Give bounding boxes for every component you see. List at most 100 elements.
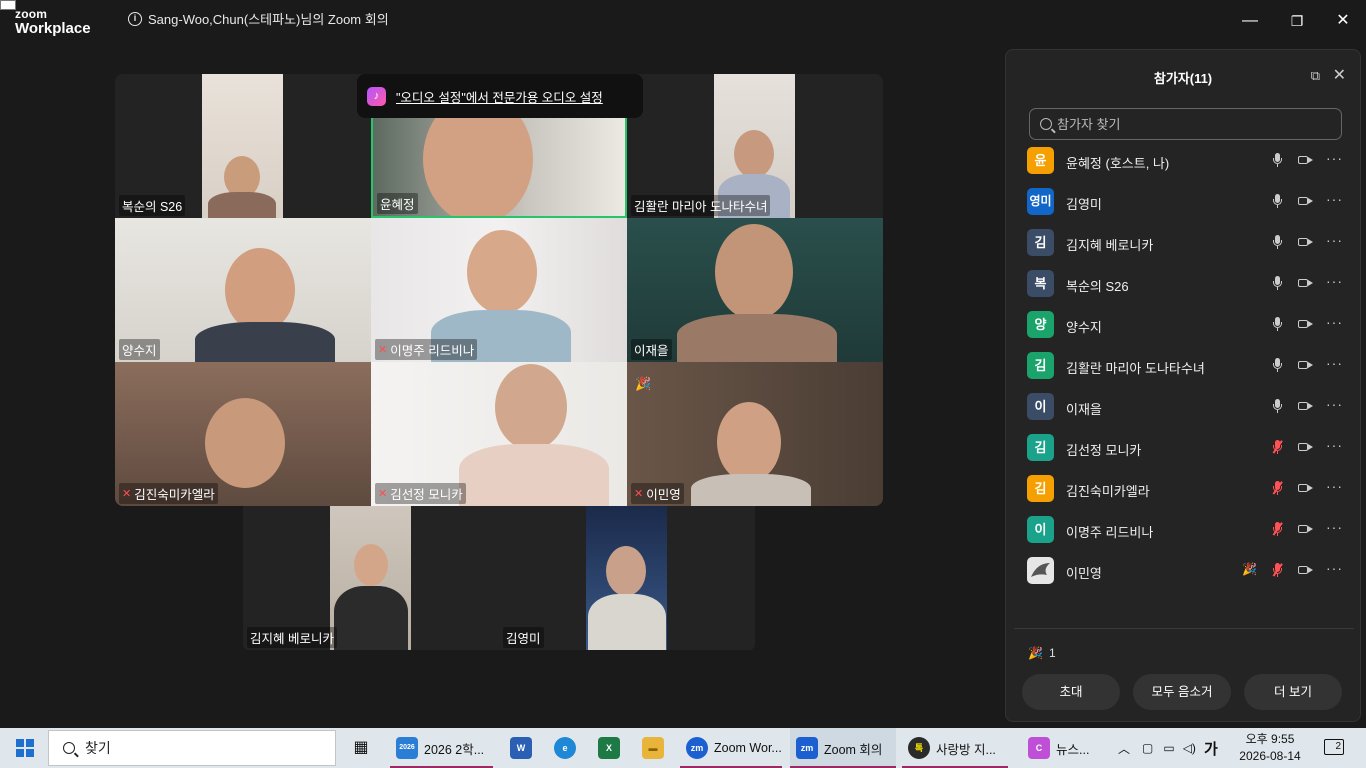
chevron-up-icon[interactable]: ︿ xyxy=(1118,740,1130,757)
more-options-icon[interactable]: ··· xyxy=(1326,191,1343,207)
video-camera-icon[interactable] xyxy=(1298,361,1308,369)
ime-indicator[interactable]: 가 xyxy=(1204,738,1218,759)
person xyxy=(734,130,774,178)
speaker-icon[interactable]: ◁) xyxy=(1183,741,1196,755)
microphone-muted-icon[interactable] xyxy=(1272,481,1282,495)
video-camera-icon[interactable] xyxy=(1298,525,1308,533)
taskbar-app-word[interactable]: W xyxy=(504,728,532,768)
taskbar-app-document[interactable]: 2026 2026 2학... xyxy=(390,728,493,768)
avatar: 김 xyxy=(1027,229,1054,256)
audio-settings-toast[interactable]: ♪ "오디오 설정"에서 전문가용 오디오 설정 xyxy=(357,74,643,118)
video-camera-icon[interactable] xyxy=(1298,320,1308,328)
toast-link[interactable]: "오디오 설정"에서 전문가용 오디오 설정 xyxy=(396,87,603,106)
video-camera-icon[interactable] xyxy=(1298,443,1308,451)
microphone-icon[interactable] xyxy=(1272,235,1282,249)
video-tile[interactable]: 양수지 xyxy=(115,218,371,362)
taskbar-app-news[interactable]: C 뉴스... xyxy=(1022,728,1110,768)
taskbar-app-excel[interactable]: X xyxy=(592,728,620,768)
participant-search-input[interactable] xyxy=(1057,116,1327,132)
battery-icon[interactable]: ▭ xyxy=(1163,741,1174,755)
more-options-icon[interactable]: ··· xyxy=(1326,478,1343,494)
taskbar-app-explorer[interactable]: ▬ xyxy=(636,728,664,768)
participant-row[interactable]: 양 양수지 ··· xyxy=(1006,306,1360,347)
participant-row[interactable]: 이민영 🎉 ··· xyxy=(1006,552,1360,593)
video-tile[interactable]: 김영미 xyxy=(499,506,755,650)
microphone-icon[interactable] xyxy=(1272,358,1282,372)
taskbar-app-zoom-workplace[interactable]: zm Zoom Wor... xyxy=(680,728,782,768)
video-tile[interactable]: 김활란 마리아 도나타수녀 xyxy=(627,74,883,218)
restore-button[interactable]: ❐ xyxy=(1286,10,1308,32)
panel-title: 참가자(11) xyxy=(1153,71,1213,86)
video-camera-icon[interactable] xyxy=(1298,484,1308,492)
video-tile[interactable]: 김지혜 베로니카 xyxy=(243,506,499,650)
video-camera-icon[interactable] xyxy=(1298,238,1308,246)
zoom-icon: zm xyxy=(686,737,708,759)
microphone-icon[interactable] xyxy=(1272,317,1282,331)
party-reaction-icon: 🎉 xyxy=(1028,646,1043,660)
minimize-button[interactable]: — xyxy=(1239,10,1261,32)
taskbar-app-edge[interactable]: e xyxy=(548,728,576,768)
participant-name: 김진숙미카엘라 xyxy=(1066,484,1150,499)
taskbar-app-zoom-meeting[interactable]: zm Zoom 회의 xyxy=(790,728,896,768)
participant-row[interactable]: 김 김지혜 베로니카 ··· xyxy=(1006,224,1360,265)
search-icon xyxy=(63,742,75,754)
microphone-muted-icon[interactable] xyxy=(1272,522,1282,536)
video-tile[interactable]: ✕ 이명주 리드비나 xyxy=(371,218,627,362)
mute-all-button[interactable]: 모두 음소거 xyxy=(1133,674,1231,710)
participant-search[interactable] xyxy=(1029,108,1342,140)
news-icon: C xyxy=(1028,737,1050,759)
popout-icon[interactable]: ⧉ xyxy=(1311,68,1320,84)
more-options-icon[interactable]: ··· xyxy=(1326,232,1343,248)
video-tile[interactable]: 🎉 ✕ 이민영 xyxy=(627,362,883,506)
participant-row[interactable]: 영미 김영미 ··· xyxy=(1006,183,1360,224)
task-view-button[interactable]: ▦ xyxy=(344,728,372,768)
invite-button[interactable]: 초대 xyxy=(1022,674,1120,710)
microphone-icon[interactable] xyxy=(1272,194,1282,208)
participant-row[interactable]: 이 이재을 ··· xyxy=(1006,388,1360,429)
notification-icon[interactable]: 2 xyxy=(1324,739,1344,755)
participant-row[interactable]: 윤 윤혜정 (호스트, 나) ··· xyxy=(1006,142,1360,183)
more-options-icon[interactable]: ··· xyxy=(1326,355,1343,371)
microphone-icon[interactable] xyxy=(1272,399,1282,413)
task-view-icon: ▦ xyxy=(353,739,369,756)
taskbar-search[interactable]: 찾기 xyxy=(48,730,336,766)
video-tile[interactable]: 이재을 xyxy=(627,218,883,362)
video-camera-icon[interactable] xyxy=(1298,566,1308,574)
participant-row[interactable]: 이 이명주 리드비나 ··· xyxy=(1006,511,1360,552)
more-options-icon[interactable]: ··· xyxy=(1326,396,1343,412)
video-camera-icon[interactable] xyxy=(1298,197,1308,205)
participant-row[interactable]: 복 복순의 S26 ··· xyxy=(1006,265,1360,306)
microphone-icon[interactable] xyxy=(1272,276,1282,290)
microphone-muted-icon[interactable] xyxy=(1272,440,1282,454)
windows-start-icon[interactable] xyxy=(16,739,34,757)
participant-name: 김선정 모니카 xyxy=(1066,443,1142,458)
microphone-muted-icon[interactable] xyxy=(1272,563,1282,577)
more-button[interactable]: 더 보기 xyxy=(1244,674,1342,710)
video-tile[interactable]: ✕ 김진숙미카엘라 xyxy=(115,362,371,506)
video-tile[interactable]: ✕ 김선정 모니카 xyxy=(371,362,627,506)
more-options-icon[interactable]: ··· xyxy=(1326,314,1343,330)
device-icon[interactable]: ▢ xyxy=(1142,741,1153,755)
more-options-icon[interactable]: ··· xyxy=(1326,560,1343,576)
participant-row[interactable]: 김 김활란 마리아 도나타수녀 ··· xyxy=(1006,347,1360,388)
more-options-icon[interactable]: ··· xyxy=(1326,273,1343,289)
video-camera-icon[interactable] xyxy=(1298,156,1308,164)
video-tile[interactable]: 복순의 S26 xyxy=(115,74,371,218)
video-feed xyxy=(330,506,411,650)
info-icon[interactable]: i xyxy=(128,11,142,26)
microphone-icon[interactable] xyxy=(1272,153,1282,167)
meeting-info[interactable]: i Sang-Woo,Chun(스테파노)님의 Zoom 회의 xyxy=(128,9,389,28)
clock[interactable]: 오후 9:55 2026-08-14 xyxy=(1232,731,1308,765)
more-options-icon[interactable]: ··· xyxy=(1326,437,1343,453)
taskbar-app-kakaotalk[interactable]: 톡 사랑방 지... xyxy=(902,728,1008,768)
video-camera-icon[interactable] xyxy=(1298,402,1308,410)
video-camera-icon[interactable] xyxy=(1298,279,1308,287)
more-options-icon[interactable]: ··· xyxy=(1326,150,1343,166)
close-button[interactable]: ✕ xyxy=(1332,10,1354,32)
more-options-icon[interactable]: ··· xyxy=(1326,519,1343,535)
participant-name-tag: ✕ 김진숙미카엘라 xyxy=(119,483,218,504)
participant-row[interactable]: 김 김선정 모니카 ··· xyxy=(1006,429,1360,470)
panel-close-icon[interactable]: ✕ xyxy=(1333,65,1346,85)
participant-row[interactable]: 김 김진숙미카엘라 ··· xyxy=(1006,470,1360,511)
person xyxy=(606,546,646,596)
